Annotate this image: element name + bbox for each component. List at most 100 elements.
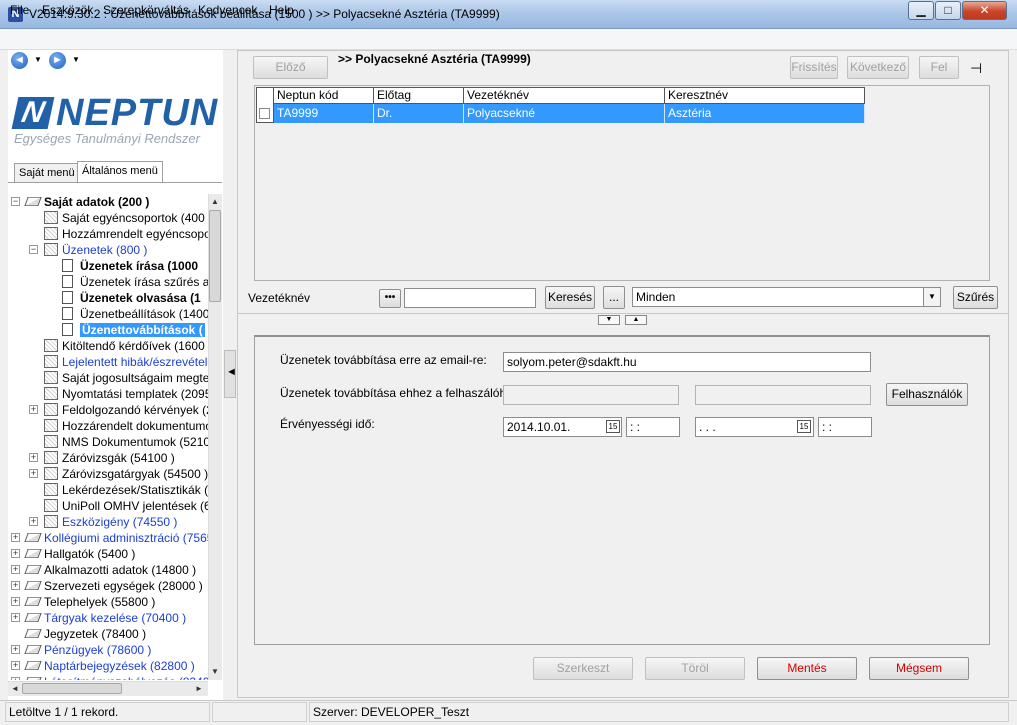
expand-icon[interactable]: + — [11, 533, 20, 542]
scroll-right-icon[interactable]: ► — [195, 684, 203, 693]
date-from-field[interactable]: 2014.10.01. — [503, 417, 622, 437]
calendar-icon[interactable]: 15 — [606, 420, 620, 433]
expand-icon[interactable]: + — [11, 613, 20, 622]
column-header-prefix[interactable]: Előtag — [374, 87, 464, 104]
tree-item-label: Hallgatók (5400 ) — [44, 547, 136, 561]
user-code-field — [503, 385, 679, 405]
tree-item-label: Üzenetek (800 ) — [62, 243, 148, 257]
row-checkbox[interactable] — [259, 108, 270, 119]
table-cell-last-name[interactable]: Polyacsekné — [464, 104, 665, 123]
expand-icon[interactable]: + — [11, 549, 20, 558]
maximize-button[interactable]: □ — [935, 1, 961, 20]
more-button[interactable]: ... — [603, 286, 625, 309]
collapse-icon[interactable]: − — [29, 245, 38, 254]
save-button[interactable]: Mentés — [757, 657, 857, 680]
time-from-field[interactable]: : : — [626, 417, 680, 437]
expand-up-icon[interactable]: ▲ — [625, 315, 647, 325]
menu-favorites[interactable]: Kedvencek — [198, 3, 257, 17]
book-icon — [24, 628, 42, 639]
tab-general-menu[interactable]: Általános menü — [77, 161, 163, 183]
column-header-last-name[interactable]: Vezetéknév — [464, 87, 665, 104]
pin-icon[interactable]: ⊣ — [970, 60, 982, 77]
folder-icon — [44, 467, 58, 480]
cancel-button[interactable]: Mégsem — [869, 657, 969, 680]
search-input[interactable] — [404, 288, 536, 308]
tree-item-label: Létesítményszabályozás (83400 — [44, 675, 208, 680]
book-icon — [24, 532, 42, 543]
edit-button[interactable]: Szerkeszt — [533, 657, 633, 680]
expand-icon[interactable]: + — [29, 469, 38, 478]
search-field-label: Vezetéknév — [248, 291, 311, 305]
search-options-icon[interactable]: ••• — [379, 289, 401, 308]
date-to-value: . . . — [699, 420, 716, 434]
collapse-left-icon[interactable]: ◄ — [226, 366, 237, 378]
tree-hscroll-thumb[interactable] — [22, 683, 122, 694]
scroll-up-icon[interactable]: ▲ — [211, 197, 219, 206]
calendar-icon-to[interactable]: 15 — [797, 420, 811, 433]
folder-icon — [44, 435, 58, 448]
tree-item-label: Záróvizsgák (54100 ) — [62, 451, 175, 465]
email-field[interactable]: solyom.peter@sdakft.hu — [503, 352, 871, 372]
close-button[interactable]: ✕ — [962, 1, 1007, 20]
menu-help[interactable]: Help — [269, 3, 294, 17]
menu-role-switch[interactable]: Szerepkörváltás — [103, 3, 189, 17]
expand-icon[interactable]: + — [11, 581, 20, 590]
column-header-first-name[interactable]: Keresztnév — [665, 87, 865, 104]
expand-icon[interactable]: + — [29, 405, 38, 414]
folder-icon — [44, 451, 58, 464]
collapse-down-icon[interactable]: ▼ — [598, 315, 620, 325]
delete-button[interactable]: Töröl — [645, 657, 745, 680]
folder-icon — [44, 211, 58, 224]
folder-icon — [44, 339, 58, 352]
menu-file[interactable]: File — [10, 3, 29, 17]
back-arrow-icon[interactable]: ◄ — [11, 52, 28, 69]
folder-icon — [44, 515, 58, 528]
tree-item-label: Hozzárendelt dokumentumok — [62, 419, 208, 433]
table-cell-neptun-code[interactable]: TA9999 — [274, 104, 374, 123]
scroll-left-icon[interactable]: ◄ — [11, 684, 19, 693]
expand-icon[interactable]: + — [29, 517, 38, 526]
search-button[interactable]: Keresés — [545, 286, 595, 309]
time-to-field[interactable]: : : — [818, 417, 872, 437]
expand-icon[interactable]: + — [11, 565, 20, 574]
logo-subtitle: Egységes Tanulmányi Rendszer — [14, 131, 200, 146]
expand-icon[interactable]: + — [11, 677, 20, 680]
forward-dropdown-icon[interactable]: ▼ — [72, 55, 80, 64]
tree-item-label: Jegyzetek (78400 ) — [44, 627, 147, 641]
expand-icon[interactable]: + — [11, 597, 20, 606]
minimize-button[interactable]: ▁ — [908, 1, 934, 20]
menu-tools[interactable]: Eszközök — [42, 3, 93, 17]
users-button[interactable]: Felhasználók — [886, 383, 968, 406]
table-cell-prefix[interactable]: Dr. — [374, 104, 464, 123]
filter-select[interactable]: Minden ▼ — [632, 287, 941, 307]
user-name-field — [695, 385, 871, 405]
folder-icon — [44, 483, 58, 496]
section-divider — [237, 313, 1009, 314]
filter-button[interactable]: Szűrés — [953, 286, 998, 309]
folder-icon — [44, 371, 58, 384]
tree-item-label: Üzenetek írása szűrés ala — [80, 275, 208, 289]
table-cell-first-name[interactable]: Asztéria — [665, 104, 865, 123]
forward-arrow-icon[interactable]: ► — [49, 52, 66, 69]
tree-item-label: Eszközigény (74550 ) — [62, 515, 178, 529]
doc-icon — [62, 259, 73, 272]
status-empty-cell — [212, 702, 307, 722]
book-icon — [24, 196, 42, 207]
expand-icon[interactable]: + — [11, 645, 20, 654]
collapse-icon[interactable]: − — [11, 197, 20, 206]
chevron-down-icon[interactable]: ▼ — [923, 288, 940, 306]
tree-item-label: Nyomtatási templatek (20950 — [62, 387, 208, 401]
back-dropdown-icon[interactable]: ▼ — [34, 55, 42, 64]
column-header-neptun-code[interactable]: Neptun kód — [274, 87, 374, 104]
next-button[interactable]: Következő — [847, 56, 909, 79]
refresh-button[interactable]: Frissítés — [790, 56, 838, 79]
doc-icon — [62, 307, 73, 320]
date-from-value: 2014.10.01. — [507, 420, 571, 434]
expand-icon[interactable]: + — [29, 453, 38, 462]
tree-scroll-thumb[interactable] — [209, 210, 221, 302]
expand-icon[interactable]: + — [11, 661, 20, 670]
previous-button[interactable]: Előző — [253, 56, 328, 79]
up-button[interactable]: Fel — [919, 56, 959, 79]
scroll-down-icon[interactable]: ▼ — [211, 667, 219, 676]
tab-own-menu[interactable]: Saját menü — [14, 163, 80, 183]
